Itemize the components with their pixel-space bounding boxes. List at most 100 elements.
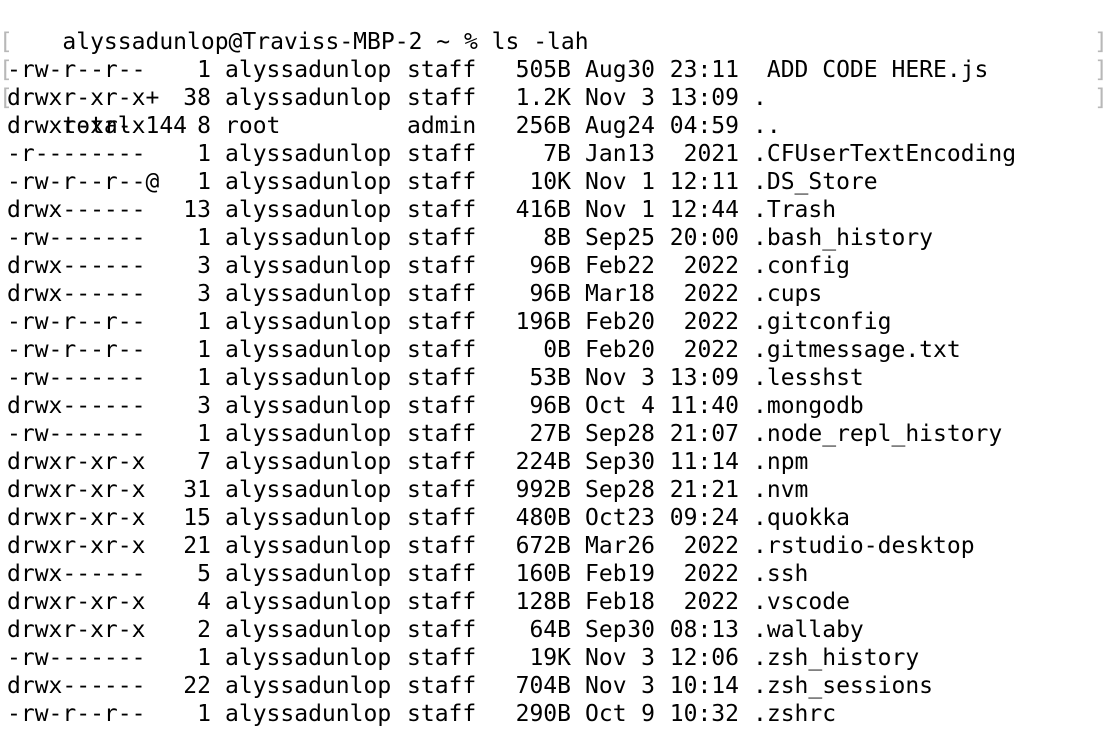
permissions-cell: drwx------ (7, 673, 146, 699)
day-cell: 20 (627, 337, 655, 363)
command-prompt-line: alyssadunlop@Traviss-MBP-2 ~ % ls -lah (0, 0, 1110, 55)
day-cell: 3 (641, 645, 655, 671)
size-cell: 96B (529, 393, 571, 419)
link-count-cell: 5 (197, 561, 211, 587)
listing-row: drwxr-xr-x 15 alyssadunlop staff 480B Oct23 09… (0, 504, 1110, 532)
permissions-cell: -rw-r--r--@ (7, 169, 160, 195)
size-cell: 96B (529, 281, 571, 307)
listing-row: drwx------ 5 alyssadunlop staff 160B Feb19 202… (0, 560, 1110, 588)
time-cell: 2022 (683, 281, 739, 307)
month-cell: Nov (585, 85, 627, 111)
day-cell: 19 (627, 561, 655, 587)
month-cell: Sep (585, 421, 627, 447)
link-count-cell: 1 (197, 701, 211, 727)
month-cell: Nov (585, 197, 627, 223)
size-cell: 505B (515, 57, 571, 83)
day-cell: 25 (627, 225, 655, 251)
month-cell: Feb (585, 337, 627, 363)
month-cell: Aug (585, 113, 627, 139)
month-cell: Sep (585, 477, 627, 503)
link-count-cell: 31 (183, 477, 211, 503)
filename-cell: .cups (753, 281, 823, 307)
month-cell: Feb (585, 309, 627, 335)
size-cell: 1.2K (515, 85, 571, 111)
permissions-cell: drwxr-xr-x (7, 617, 146, 643)
selection-left-mark: [ (0, 57, 13, 83)
link-count-cell: 4 (197, 589, 211, 615)
link-count-cell: 3 (197, 253, 211, 279)
size-cell: 0B (543, 337, 571, 363)
month-cell: Oct (585, 505, 627, 531)
group-cell: staff (407, 57, 477, 83)
group-cell: staff (407, 281, 477, 307)
time-cell: 13:09 (669, 365, 739, 391)
listing-row: drwx------ 3 alyssadunlop staff 96B Mar18 2022… (0, 280, 1110, 308)
day-cell: 18 (627, 281, 655, 307)
group-cell: staff (407, 561, 477, 587)
owner-cell: alyssadunlop (225, 253, 392, 279)
link-count-cell: 1 (197, 225, 211, 251)
permissions-cell: drwx------ (7, 197, 146, 223)
owner-cell: alyssadunlop (225, 85, 392, 111)
time-cell: 2022 (683, 533, 739, 559)
month-cell: Oct (585, 393, 627, 419)
filename-cell: .gitmessage.txt (753, 337, 961, 363)
filename-cell: .wallaby (753, 617, 864, 643)
filename-cell: . (753, 85, 767, 111)
day-cell: 13 (627, 141, 655, 167)
time-cell: 09:24 (669, 505, 739, 531)
month-cell: Nov (585, 673, 627, 699)
owner-cell: alyssadunlop (225, 365, 392, 391)
group-cell: staff (407, 225, 477, 251)
filename-cell: .npm (753, 449, 809, 475)
filename-cell: .quokka (753, 505, 850, 531)
month-cell: Mar (585, 281, 627, 307)
size-cell: 290B (515, 701, 571, 727)
size-cell: 8B (543, 225, 571, 251)
filename-cell: .config (753, 253, 850, 279)
day-cell: 9 (641, 701, 655, 727)
owner-cell: alyssadunlop (225, 617, 392, 643)
listing-row: drwxr-xr-x 4 alyssadunlop staff 128B Feb18 202… (0, 588, 1110, 616)
group-cell: staff (407, 477, 477, 503)
month-cell: Jan (585, 141, 627, 167)
time-cell: 2021 (683, 141, 739, 167)
day-cell: 18 (627, 589, 655, 615)
filename-cell: .. (753, 113, 781, 139)
filename-cell: .nvm (753, 477, 809, 503)
permissions-cell: drwx------ (7, 281, 146, 307)
month-cell: Nov (585, 645, 627, 671)
group-cell: admin (407, 113, 477, 139)
listing-row: -rw------- 1 alyssadunlop staff 8B Sep25 20:00… (0, 224, 1110, 252)
time-cell: 2022 (683, 309, 739, 335)
filename-cell: .Trash (753, 197, 837, 223)
owner-cell: alyssadunlop (225, 449, 392, 475)
owner-cell: alyssadunlop (225, 337, 392, 363)
permissions-cell: drwxr-xr-x (7, 449, 146, 475)
month-cell: Nov (585, 169, 627, 195)
time-cell: 12:11 (669, 169, 739, 195)
group-cell: staff (407, 701, 477, 727)
listing-row: -rw-r--r--@ 1 alyssadunlop staff 10K Nov 1 12:1… (0, 168, 1110, 196)
month-cell: Aug (585, 57, 627, 83)
time-cell: 2022 (683, 337, 739, 363)
terminal-window[interactable]: alyssadunlop@Traviss-MBP-2 ~ % ls -lah [… (0, 0, 1110, 730)
owner-cell: alyssadunlop (225, 505, 392, 531)
link-count-cell: 2 (197, 617, 211, 643)
group-cell: staff (407, 617, 477, 643)
size-cell: 10K (529, 169, 571, 195)
listing-row: -rw-r--r-- 1 alyssadunlop staff 0B Feb20 2022.… (0, 336, 1110, 364)
size-cell: 27B (529, 421, 571, 447)
day-cell: 4 (641, 393, 655, 419)
owner-cell: alyssadunlop (225, 393, 392, 419)
listing-row: -rw------- 1 alyssadunlop staff 53B Nov 3 13:09… (0, 364, 1110, 392)
filename-cell: .DS_Store (753, 169, 878, 195)
size-cell: 704B (515, 673, 571, 699)
day-cell: 3 (641, 365, 655, 391)
listing-row: drwxr-xr-x 8 root admin 256B Aug24 04:59.. (0, 112, 1110, 140)
group-cell: staff (407, 169, 477, 195)
time-cell: 08:13 (669, 617, 739, 643)
owner-cell: alyssadunlop (225, 477, 392, 503)
permissions-cell: drwx------ (7, 253, 146, 279)
group-cell: staff (407, 309, 477, 335)
